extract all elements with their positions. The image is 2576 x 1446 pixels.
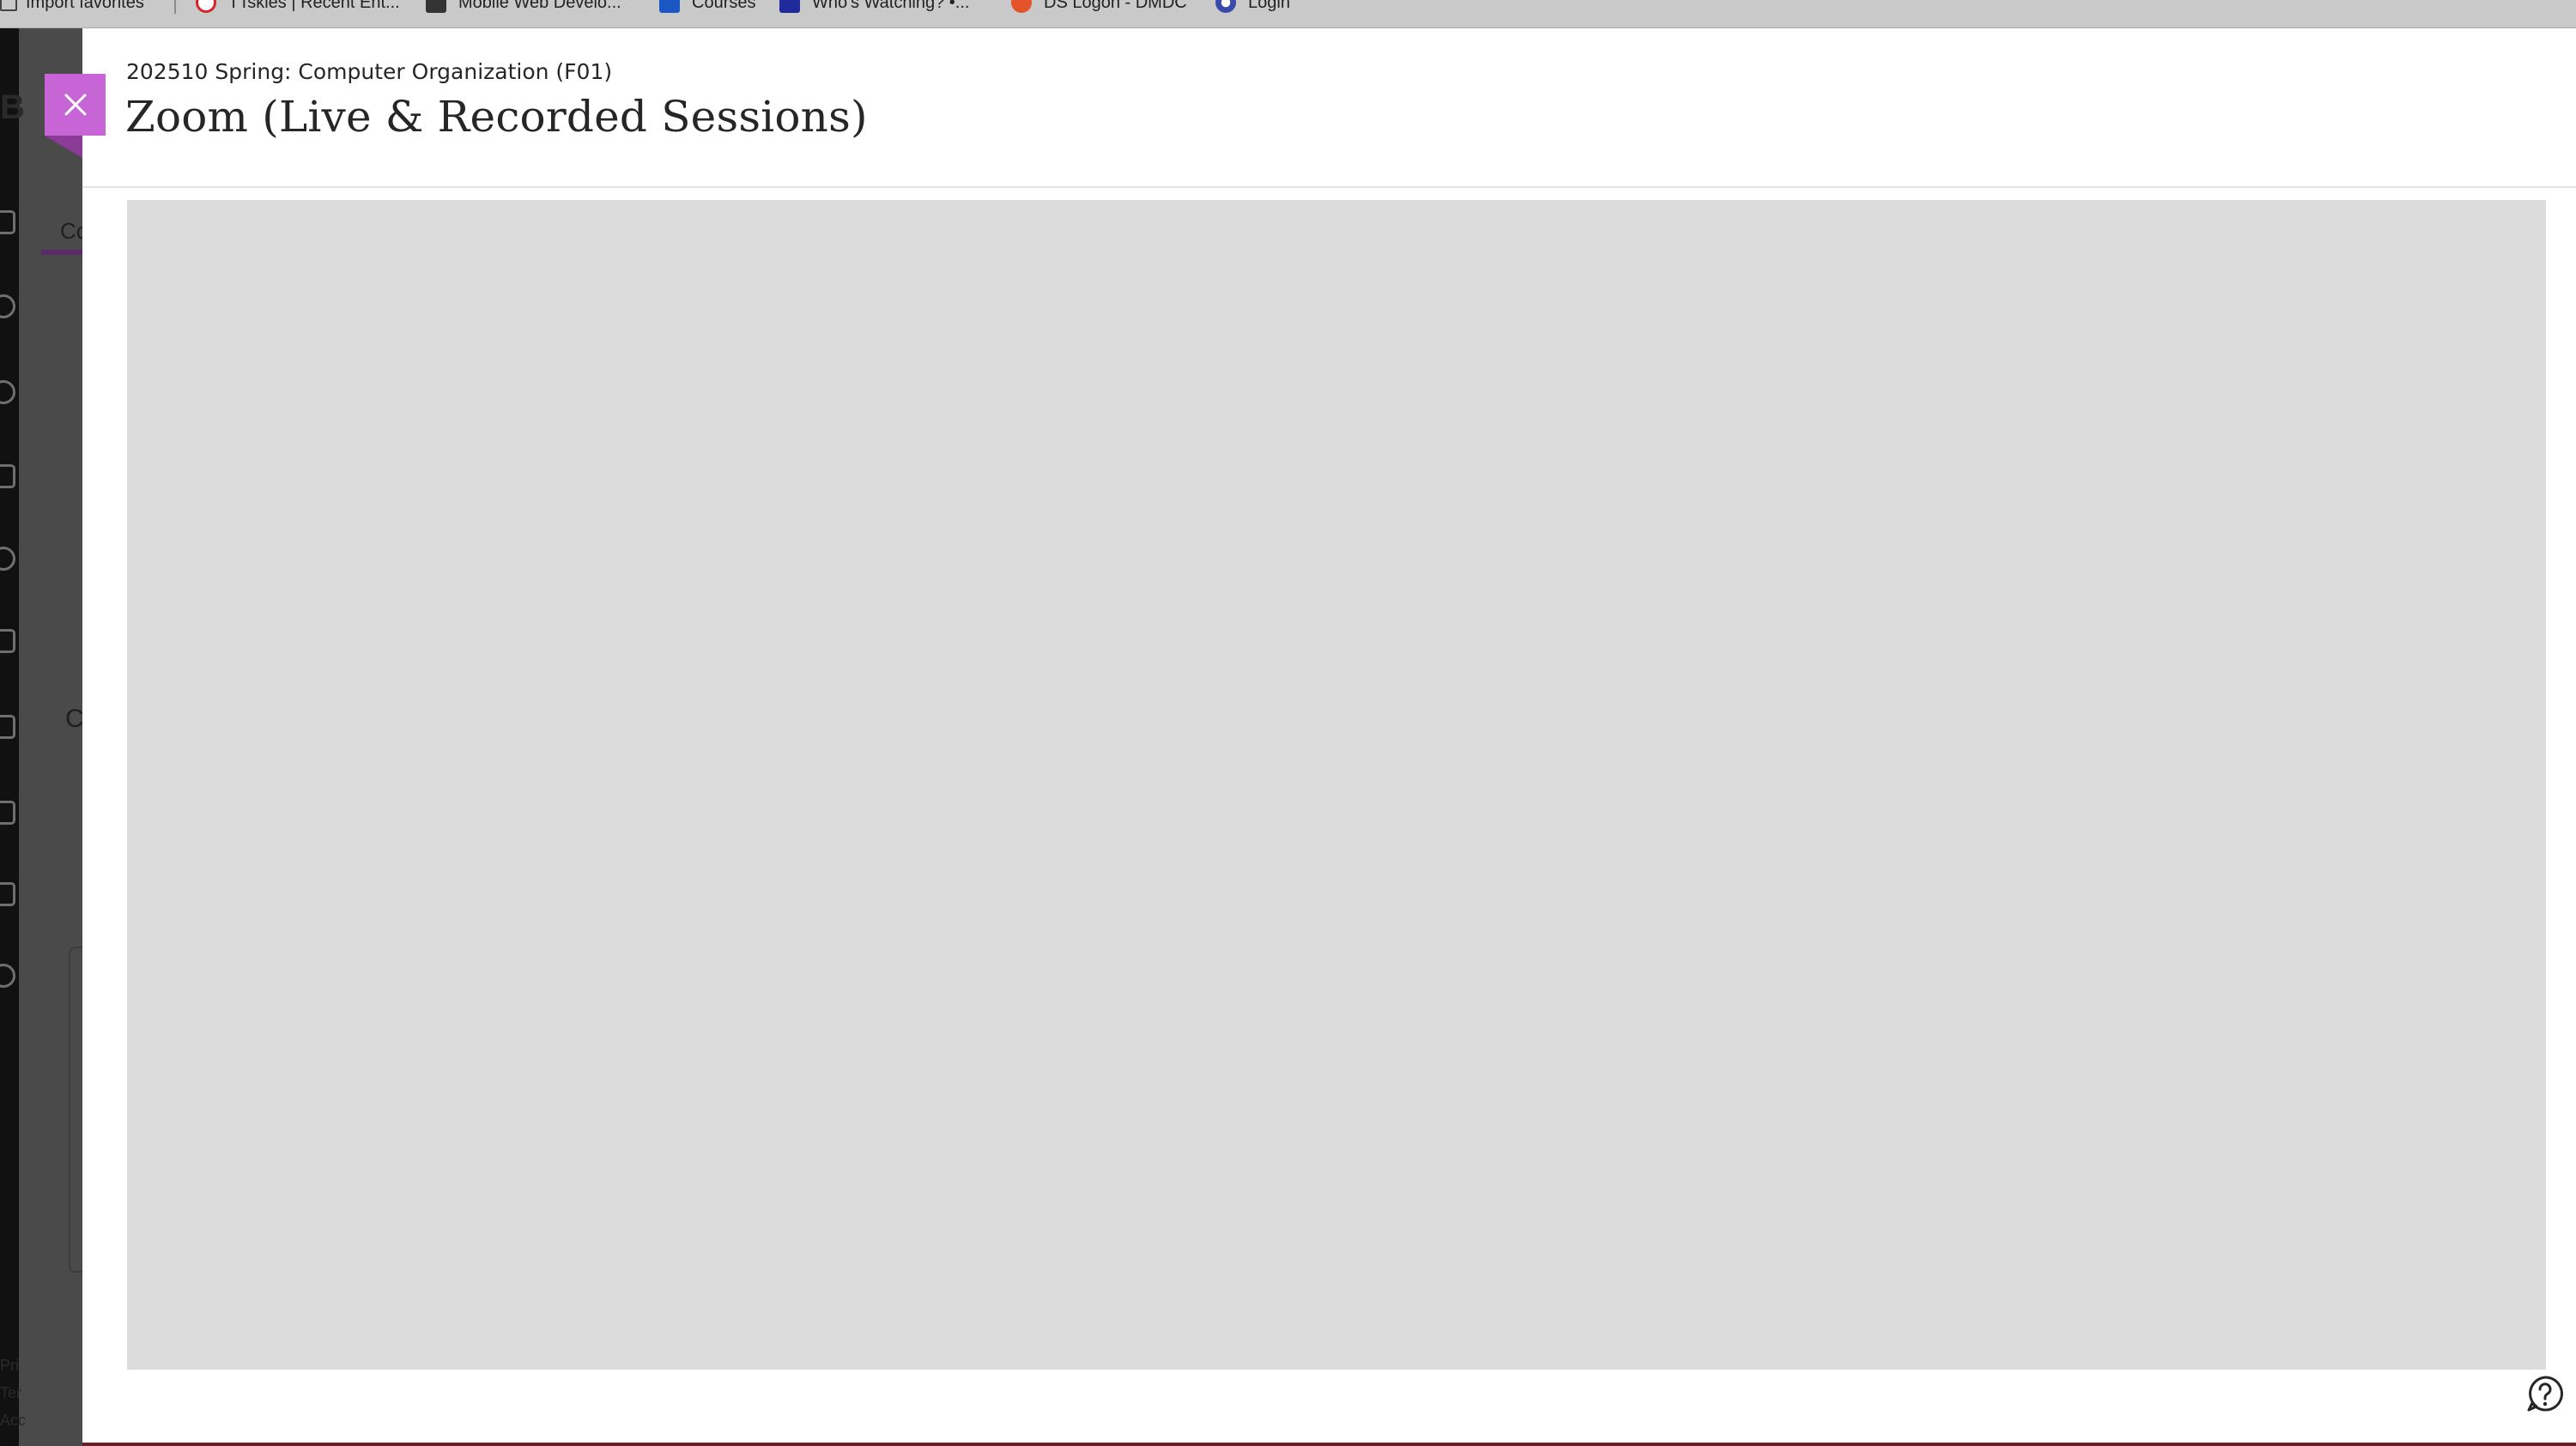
favorites-separator [174, 0, 176, 14]
page-title: Zoom (Live & Recorded Sessions) [125, 92, 868, 142]
favorite-label: Import favorites [26, 0, 144, 12]
close-icon [64, 94, 86, 116]
calendar-icon [0, 629, 15, 653]
courses-nav-icon [0, 464, 15, 488]
favorite-label: Courses [692, 0, 756, 12]
course-name: 202510 Spring: Computer Organization (F0… [126, 59, 613, 84]
ttskies-icon [196, 0, 216, 13]
background-card [69, 947, 82, 1273]
globe-icon [0, 380, 15, 404]
background-tab-underline [41, 250, 82, 255]
courses-icon [659, 0, 680, 13]
background-footer-link: Ter [0, 1384, 22, 1401]
help-button[interactable] [2525, 1374, 2565, 1413]
import-icon [0, 0, 17, 11]
close-button[interactable] [45, 74, 106, 136]
favorite-whos-watching[interactable]: Who's Watching? •... [779, 0, 969, 15]
watching-icon [779, 0, 800, 13]
edit-icon [0, 882, 15, 906]
favorite-import[interactable]: Import favorites [0, 0, 144, 15]
groups-icon [0, 547, 15, 571]
favorite-mobile-web[interactable]: Mobile Web Develo... [426, 0, 621, 15]
ds-logon-icon [1011, 0, 1032, 13]
background-footer-link: Pri [0, 1357, 19, 1374]
favorite-ttskies[interactable]: TTskies | Recent Ent... [196, 0, 400, 15]
mobile-web-icon [426, 0, 446, 13]
favorite-login[interactable]: Login [1215, 0, 1290, 15]
grades-icon [0, 801, 15, 825]
favorite-label: Who's Watching? •... [812, 0, 970, 12]
background-nav-rail [0, 28, 19, 1446]
messages-icon [0, 715, 15, 739]
background-tab-text: Co [60, 218, 82, 244]
background-heading: C [65, 705, 82, 733]
background-app: B Co C Pri Ter Acc [0, 28, 82, 1446]
panel-header: 202510 Spring: Computer Organization (F0… [82, 28, 2576, 188]
favorite-label: DS Logon - DMDC [1044, 0, 1187, 12]
institution-icon [0, 210, 15, 234]
profile-icon [0, 294, 15, 318]
help-icon [2527, 1376, 2563, 1412]
zoom-content-frame[interactable] [127, 200, 2546, 1370]
background-footer-link: Acc [0, 1412, 27, 1429]
favorite-label: Mobile Web Develo... [458, 0, 621, 12]
favorite-ds-logon[interactable]: DS Logon - DMDC [1011, 0, 1187, 15]
favorite-label: Login [1248, 0, 1290, 12]
login-icon [1215, 0, 1236, 13]
close-button-ribbon [45, 136, 82, 158]
favorite-courses[interactable]: Courses [659, 0, 755, 15]
bottom-accent-line [82, 1443, 2576, 1446]
signout-icon [0, 964, 15, 988]
background-logo: B [0, 88, 25, 126]
content-panel: 202510 Spring: Computer Organization (F0… [82, 28, 2576, 1446]
favorite-label: TTskies | Recent Ent... [228, 0, 400, 12]
favorites-bar: Import favorites TTskies | Recent Ent...… [0, 0, 2576, 28]
